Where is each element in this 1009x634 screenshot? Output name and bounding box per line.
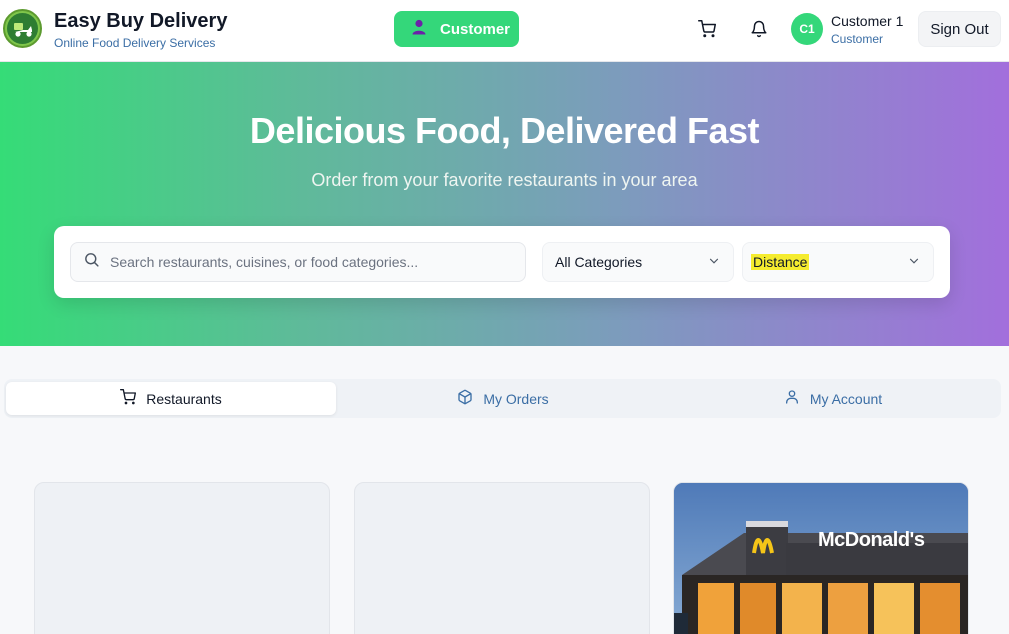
tab-restaurants[interactable]: Restaurants [6,382,336,415]
user-icon [784,389,800,408]
category-select-value: All Categories [555,254,643,270]
tab-label: My Account [809,390,883,407]
restaurant-sign-text: McDonald's [818,529,925,551]
search-input[interactable] [110,254,510,270]
brand-subtitle: Online Food Delivery Services [54,36,216,50]
restaurant-card[interactable]: McDonald's [673,482,969,634]
bell-icon[interactable] [747,17,771,41]
customer-role-label: Customer [440,20,511,38]
restaurant-image [674,483,968,634]
cart-icon [120,389,137,408]
customer-role-button[interactable]: Customer [394,11,519,47]
sort-select-value: Distance [751,254,810,270]
category-select[interactable]: All Categories [542,242,734,282]
chevron-down-icon [707,254,721,271]
top-header: Easy Buy Delivery Online Food Delivery S… [0,0,1009,62]
search-box[interactable] [70,242,526,282]
cart-icon[interactable] [695,17,719,41]
avatar[interactable]: C1 [791,13,823,45]
tab-label: My Orders [483,390,549,407]
main-tabs: Restaurants My Orders My Account [4,379,1001,418]
brand-title: Easy Buy Delivery [54,10,228,32]
hero-banner: Delicious Food, Delivered Fast Order fro… [0,62,1009,346]
logo-badge [7,13,38,44]
hero-title: Delicious Food, Delivered Fast [249,110,760,151]
tab-my-orders[interactable]: My Orders [338,382,668,415]
user-icon [412,19,426,40]
sort-select[interactable]: Distance [742,242,934,282]
search-panel: All Categories Distance [54,226,950,298]
chevron-down-icon [907,254,921,271]
tab-label: Restaurants [146,390,222,407]
user-name: Customer 1 [831,13,904,29]
tab-my-account[interactable]: My Account [668,382,998,415]
restaurant-card-placeholder[interactable] [34,482,330,634]
package-icon [457,389,473,408]
restaurant-card-placeholder[interactable] [354,482,650,634]
hero-subtitle: Order from your favorite restaurants in … [311,170,698,190]
user-role: Customer [831,32,884,46]
delivery-scooter-logo-icon[interactable] [3,9,42,48]
sign-out-button[interactable]: Sign Out [918,11,1001,47]
search-icon [83,251,100,273]
